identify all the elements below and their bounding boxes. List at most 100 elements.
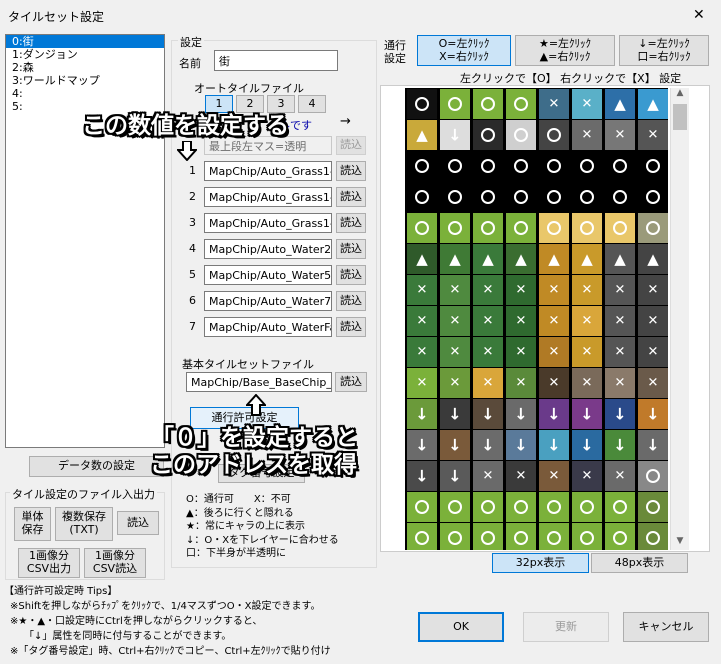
- map-tile[interactable]: ↓: [506, 430, 536, 460]
- single-save-button[interactable]: 単体 保存: [14, 507, 51, 541]
- close-icon[interactable]: ✕: [693, 7, 705, 23]
- map-tile[interactable]: [539, 151, 569, 181]
- map-tile[interactable]: [506, 89, 536, 119]
- map-tile[interactable]: ✕: [539, 306, 569, 336]
- autotile-path-field[interactable]: MapChip/Auto_Water7: [204, 291, 332, 311]
- map-tile[interactable]: [440, 89, 470, 119]
- map-tile[interactable]: ✕: [638, 337, 668, 367]
- map-tile[interactable]: ✕: [407, 337, 437, 367]
- map-tile[interactable]: ✕: [605, 306, 635, 336]
- map-tile[interactable]: [572, 213, 602, 243]
- map-tile[interactable]: [605, 213, 635, 243]
- map-tile[interactable]: [407, 182, 437, 212]
- io-load-button[interactable]: 読込: [117, 511, 159, 535]
- map-tile[interactable]: ✕: [539, 461, 569, 491]
- map-tile[interactable]: ▲: [473, 244, 503, 274]
- tileset-list-item[interactable]: 0:街: [6, 35, 164, 48]
- map-tile[interactable]: ↓: [572, 430, 602, 460]
- map-tile[interactable]: [638, 182, 668, 212]
- map-tile[interactable]: ✕: [605, 120, 635, 150]
- map-tile[interactable]: [506, 213, 536, 243]
- map-tile[interactable]: [473, 89, 503, 119]
- autotile-path-field[interactable]: MapChip/Auto_Water2: [204, 239, 332, 259]
- map-tile[interactable]: [605, 151, 635, 181]
- autotile-load-button[interactable]: 読込: [336, 291, 366, 311]
- autotile-load-button[interactable]: 読込: [336, 213, 366, 233]
- zoom-32-button[interactable]: 32px表示: [492, 553, 589, 573]
- map-tile[interactable]: ✕: [473, 461, 503, 491]
- map-tile[interactable]: ▲: [407, 244, 437, 274]
- map-tile[interactable]: ✕: [572, 337, 602, 367]
- autotile-path-field[interactable]: MapChip/Auto_WaterFa: [204, 317, 332, 337]
- map-tile[interactable]: [572, 182, 602, 212]
- map-tile[interactable]: [440, 523, 470, 550]
- map-tile[interactable]: ▲: [605, 244, 635, 274]
- map-tile[interactable]: ▲: [572, 244, 602, 274]
- mode-down-button[interactable]: ↓=左ｸﾘｯｸ 口=右ｸﾘｯｸ: [619, 35, 709, 66]
- map-tile[interactable]: ▲: [638, 89, 668, 119]
- map-tile[interactable]: ✕: [473, 368, 503, 398]
- map-tile[interactable]: ✕: [440, 275, 470, 305]
- map-tile[interactable]: ✕: [407, 368, 437, 398]
- map-tile[interactable]: ▲: [605, 89, 635, 119]
- map-tile[interactable]: ✕: [605, 368, 635, 398]
- autotile-load-button[interactable]: 読込: [336, 317, 366, 337]
- map-tile[interactable]: [506, 492, 536, 522]
- map-tile[interactable]: ↓: [539, 430, 569, 460]
- autotile-tab-4[interactable]: 4: [298, 95, 326, 113]
- ok-button[interactable]: OK: [418, 612, 504, 642]
- map-tile[interactable]: [572, 151, 602, 181]
- map-tile[interactable]: [539, 120, 569, 150]
- map-tile[interactable]: ✕: [638, 275, 668, 305]
- map-tile[interactable]: [605, 182, 635, 212]
- cancel-button[interactable]: キャンセル: [623, 612, 709, 642]
- map-tile[interactable]: [638, 213, 668, 243]
- map-tile[interactable]: ↓: [605, 430, 635, 460]
- tileset-list-item[interactable]: 3:ワールドマップ: [6, 74, 164, 87]
- tile-grid[interactable]: ✕ ✕ ▲ ▲ ▲ ↓ ✕ ✕ ✕ ▲ ▲ ▲ ▲ ▲ ▲ ▲ ▲ ✕ ✕ ✕ ✕ ✕ ✕ ✕ ✕ ✕ ✕ ✕ ✕ ✕ ✕ ✕ ✕ ✕ ✕ ✕ ✕ ✕ ✕ ✕…: [405, 88, 668, 550]
- map-tile[interactable]: [473, 523, 503, 550]
- map-tile[interactable]: ✕: [572, 120, 602, 150]
- map-tile[interactable]: ✕: [440, 306, 470, 336]
- map-tile[interactable]: ✕: [473, 275, 503, 305]
- map-tile[interactable]: [605, 492, 635, 522]
- map-tile[interactable]: ↓: [407, 461, 437, 491]
- map-tile[interactable]: [473, 120, 503, 150]
- data-count-button[interactable]: データ数の設定: [29, 456, 164, 477]
- map-tile[interactable]: [572, 492, 602, 522]
- map-tile[interactable]: ↓: [638, 430, 668, 460]
- map-tile[interactable]: [440, 492, 470, 522]
- mode-star-button[interactable]: ★=左ｸﾘｯｸ ▲=右ｸﾘｯｸ: [515, 35, 615, 66]
- multi-save-button[interactable]: 複数保存 (TXT): [55, 507, 113, 541]
- scrollbar[interactable]: ▲ ▼: [670, 88, 689, 550]
- base-load-button[interactable]: 読込: [335, 372, 367, 392]
- map-tile[interactable]: ✕: [605, 461, 635, 491]
- map-tile[interactable]: ↓: [539, 399, 569, 429]
- map-tile[interactable]: ✕: [638, 120, 668, 150]
- map-tile[interactable]: ✕: [506, 368, 536, 398]
- scroll-down-icon[interactable]: ▼: [671, 536, 689, 550]
- map-tile[interactable]: ✕: [539, 89, 569, 119]
- map-tile[interactable]: [539, 182, 569, 212]
- map-tile[interactable]: [407, 213, 437, 243]
- tileset-list-item[interactable]: 4:: [6, 87, 164, 100]
- map-tile[interactable]: ✕: [506, 306, 536, 336]
- map-tile[interactable]: [407, 151, 437, 181]
- map-tile[interactable]: [473, 492, 503, 522]
- csv-out-button[interactable]: 1画像分 CSV出力: [18, 548, 80, 578]
- map-tile[interactable]: ✕: [638, 368, 668, 398]
- tileset-list-item[interactable]: 2:森: [6, 61, 164, 74]
- tileset-list-item[interactable]: 1:ダンジョン: [6, 48, 164, 61]
- map-tile[interactable]: [572, 523, 602, 550]
- map-tile[interactable]: [440, 182, 470, 212]
- map-tile[interactable]: ✕: [407, 306, 437, 336]
- map-tile[interactable]: ✕: [572, 306, 602, 336]
- map-tile[interactable]: [440, 213, 470, 243]
- autotile-load-button[interactable]: 読込: [336, 187, 366, 207]
- map-tile[interactable]: [506, 151, 536, 181]
- scroll-up-icon[interactable]: ▲: [671, 88, 689, 102]
- map-tile[interactable]: ▲: [506, 244, 536, 274]
- csv-in-button[interactable]: 1画像分 CSV読込: [84, 548, 146, 578]
- map-tile[interactable]: ↓: [440, 399, 470, 429]
- autotile-load-button[interactable]: 読込: [336, 239, 366, 259]
